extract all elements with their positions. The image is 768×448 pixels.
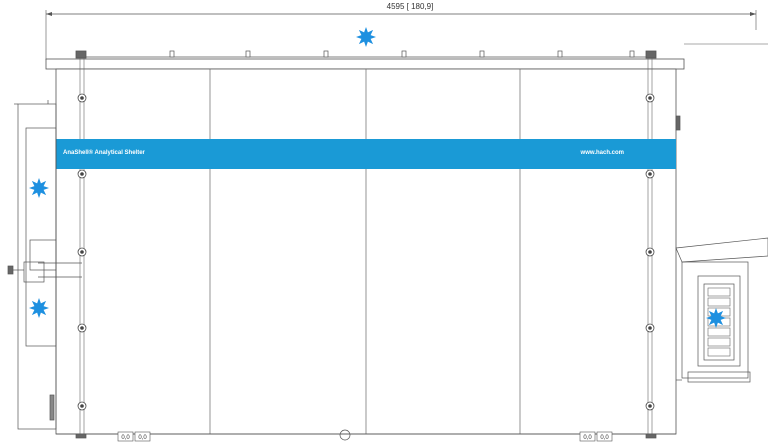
roof-post: [479, 50, 485, 58]
grille-slot: [707, 327, 731, 337]
bolt: [645, 169, 655, 179]
roof-posts: [169, 50, 635, 58]
roof-post: [169, 50, 175, 58]
bolt: [77, 401, 87, 411]
brand-band-right-text: www.hach.com: [580, 150, 624, 156]
bolt: [645, 401, 655, 411]
grille-slot: [707, 287, 731, 297]
roof-post: [323, 50, 329, 58]
roof-post: [557, 50, 563, 58]
bolt: [77, 323, 87, 333]
light-icon: [356, 27, 376, 47]
right-side-ac-unit: [675, 115, 768, 383]
roof-post: [245, 50, 251, 58]
light-icon: [29, 178, 49, 198]
shelter-elevation-drawing: 4595 [ 180,9] AnaShell® Analytical Shelt…: [7, 2, 768, 442]
roof-overhang: [45, 58, 685, 70]
grille-slot: [707, 297, 731, 307]
bolt: [77, 169, 87, 179]
roof-post: [629, 50, 635, 58]
grille-slot: [707, 337, 731, 347]
overall-dimension-label: 4595 [ 180,9]: [387, 2, 434, 11]
bottom-plate-label: 0,0: [138, 435, 147, 441]
bottom-plate-label: 0,0: [600, 435, 609, 441]
bottom-plate-label: 0,0: [583, 435, 592, 441]
roof-rail: [75, 50, 657, 59]
grille-slot: [707, 347, 731, 357]
bolt: [645, 93, 655, 103]
bolt: [77, 93, 87, 103]
light-icon: [706, 308, 726, 328]
light-icon: [29, 298, 49, 318]
bolt: [645, 323, 655, 333]
bottom-plate-label: 0,0: [121, 435, 130, 441]
bolt: [645, 247, 655, 257]
bolt: [77, 247, 87, 257]
brand-band-left-text: AnaShell® Analytical Shelter: [63, 149, 146, 156]
technical-drawing: 4595 [ 180,9] AnaShell® Analytical Shelt…: [0, 0, 768, 448]
roof-post: [401, 50, 407, 58]
